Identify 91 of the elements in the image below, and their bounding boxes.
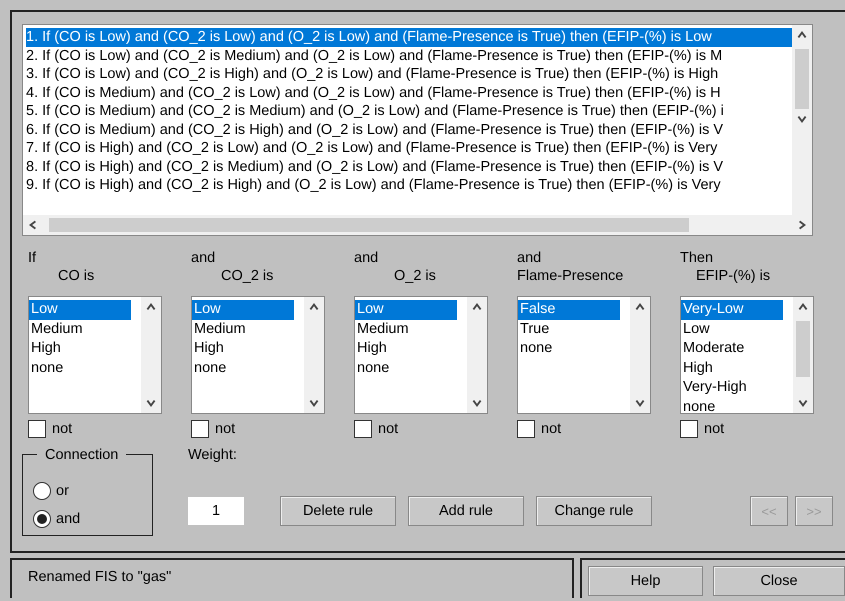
variable-label: CO is	[58, 267, 94, 286]
option-item[interactable]: Medium	[355, 320, 457, 339]
checkbox-label: not	[215, 421, 236, 437]
column-prefix: If	[28, 250, 36, 267]
footer-button[interactable]: Help	[588, 566, 703, 596]
option-item[interactable]: Medium	[29, 320, 131, 339]
rule-button[interactable]: Delete rule	[280, 496, 396, 526]
rule-button[interactable]: Add rule	[408, 496, 524, 526]
scrollbar-thumb[interactable]	[49, 218, 689, 232]
vertical-scrollbar[interactable]	[467, 297, 487, 413]
option-item[interactable]: High	[29, 339, 131, 358]
scroll-up-icon[interactable]	[797, 301, 809, 313]
column-prefix: Then	[680, 250, 714, 267]
not-checkbox[interactable]	[28, 420, 46, 438]
not-checkbox[interactable]	[191, 420, 209, 438]
scroll-up-icon[interactable]	[634, 301, 646, 313]
footer-button[interactable]: Close	[713, 566, 845, 596]
scroll-up-icon[interactable]	[308, 301, 320, 313]
not-checkbox[interactable]	[517, 420, 535, 438]
checkbox-label: not	[704, 421, 724, 437]
vertical-scrollbar[interactable]	[793, 297, 813, 413]
option-list[interactable]: Low Medium High none	[354, 296, 488, 414]
option-item[interactable]: High	[355, 339, 457, 358]
option-item[interactable]: High	[192, 339, 294, 358]
scroll-down-icon[interactable]	[796, 113, 808, 125]
option-item[interactable]: False	[518, 300, 620, 320]
weight-label: Weight:	[188, 446, 237, 464]
radio-button[interactable]	[33, 510, 51, 528]
vertical-scrollbar[interactable]	[304, 297, 324, 413]
variable-label: CO_2 is	[221, 267, 274, 286]
rule-item[interactable]: 1. If (CO is Low) and (CO_2 is Low) and (O_2 is Low) and (Flame-Presence is True) then (EFIP-(%) is Low	[26, 28, 792, 46]
column-prefix: and	[517, 250, 542, 267]
scroll-left-icon[interactable]	[27, 219, 39, 231]
option-item[interactable]: none	[29, 358, 131, 378]
rule-item[interactable]: 3. If (CO is Low) and (CO_2 is High) and (O_2 is Low) and (Flame-Presence is True) then (EFIP-(%) is High	[26, 65, 792, 84]
vertical-scrollbar[interactable]	[141, 297, 161, 413]
scroll-up-icon[interactable]	[796, 29, 808, 41]
rule-button[interactable]: Change rule	[536, 496, 652, 526]
rule-item[interactable]: 8. If (CO is High) and (CO_2 is Medium) and (O_2 is Low) and (Flame-Presence is True) then (EFIP-(%) is V	[26, 158, 792, 176]
checkbox-label: not	[541, 421, 562, 437]
rule-item[interactable]: 5. If (CO is Medium) and (CO_2 is Medium) and (O_2 is Low) and (Flame-Presence is True) then (EFIP-(%) i	[26, 102, 792, 120]
option-item[interactable]: Very-Low	[681, 300, 783, 320]
option-list[interactable]: Low Medium High none	[191, 296, 325, 414]
option-list[interactable]: Low Medium High none	[28, 296, 162, 414]
rule-item[interactable]: 7. If (CO is High) and (CO_2 is Low) and (O_2 is Low) and (Flame-Presence is True) then (EFIP-(%) is Very	[26, 139, 792, 158]
scroll-down-icon[interactable]	[634, 397, 646, 409]
not-checkbox[interactable]	[680, 420, 698, 438]
not-checkbox[interactable]	[354, 420, 372, 438]
option-item[interactable]: Medium	[192, 320, 294, 339]
radio-label: and	[56, 511, 80, 527]
option-item[interactable]: Low	[192, 300, 294, 320]
option-item[interactable]: none	[192, 358, 294, 378]
horizontal-scrollbar[interactable]	[23, 215, 812, 235]
rule-item[interactable]: 2. If (CO is Low) and (CO_2 is Medium) and (O_2 is Low) and (Flame-Presence is True) then (EFIP-(%) is M	[26, 46, 792, 65]
option-item[interactable]: none	[355, 358, 457, 378]
scrollbar-thumb[interactable]	[796, 321, 810, 377]
weight-field[interactable]: 1	[188, 497, 244, 525]
rule-item[interactable]: 9. If (CO is High) and (CO_2 is High) and (O_2 is Low) and (Flame-Presence is True) then (EFIP-(%) is Very	[26, 176, 792, 194]
option-item[interactable]: Very-High	[681, 378, 783, 398]
radio-button[interactable]	[33, 482, 51, 500]
option-item[interactable]: none	[681, 398, 783, 413]
scroll-down-icon[interactable]	[797, 397, 809, 409]
option-item[interactable]: Low	[29, 300, 131, 320]
scrollbar-thumb[interactable]	[795, 49, 809, 109]
scroll-up-icon[interactable]	[145, 301, 157, 313]
option-item[interactable]: High	[681, 358, 783, 378]
option-list[interactable]: False True none	[517, 296, 651, 414]
scroll-down-icon[interactable]	[145, 397, 157, 409]
scroll-down-icon[interactable]	[471, 397, 483, 409]
scroll-down-icon[interactable]	[308, 397, 320, 409]
rule-list[interactable]	[22, 24, 813, 236]
option-item[interactable]: True	[518, 320, 620, 339]
option-item[interactable]: Low	[681, 320, 783, 339]
checkbox-label: not	[52, 421, 72, 437]
variable-label: EFIP-(%) is	[696, 267, 770, 286]
radio-label: or	[56, 483, 69, 499]
column-prefix: and	[191, 250, 216, 267]
variable-label: O_2 is	[394, 267, 436, 286]
rule-item[interactable]: 4. If (CO is Medium) and (CO_2 is Low) and (O_2 is Low) and (Flame-Presence is True) then (EFIP-(%) is H	[26, 84, 792, 102]
option-item[interactable]: Moderate	[681, 339, 783, 358]
option-item[interactable]: Low	[355, 300, 457, 320]
scroll-right-icon[interactable]	[796, 219, 808, 231]
variable-label: Flame-Presence	[517, 267, 624, 286]
column-prefix: and	[354, 250, 378, 267]
checkbox-label: not	[378, 421, 398, 437]
rule-item[interactable]: 6. If (CO is Medium) and (CO_2 is High) and (O_2 is Low) and (Flame-Presence is True) then (EFIP-(%) is V	[26, 120, 792, 139]
vertical-scrollbar[interactable]	[792, 25, 812, 215]
vertical-scrollbar[interactable]	[630, 297, 650, 413]
status-text: Renamed FIS to "gas"	[28, 569, 172, 585]
scroll-up-icon[interactable]	[471, 301, 483, 313]
option-item[interactable]: none	[518, 339, 620, 358]
